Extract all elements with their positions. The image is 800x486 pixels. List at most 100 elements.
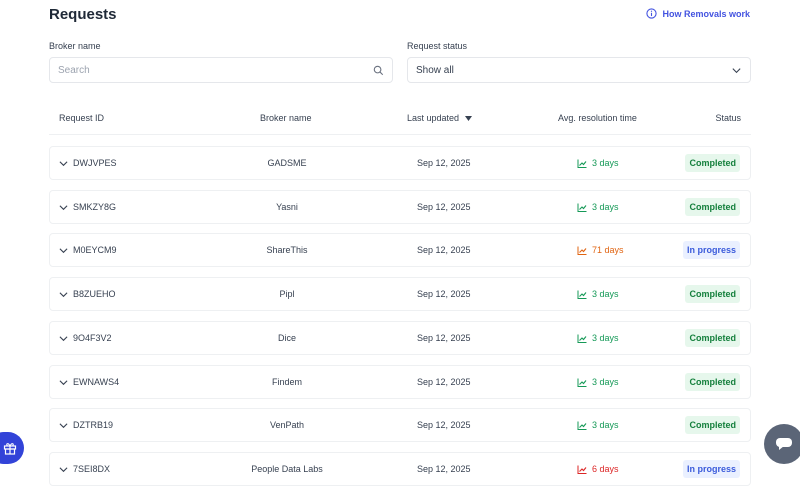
broker-name: Yasni (276, 202, 298, 212)
search-input[interactable]: Search (49, 57, 393, 83)
avg-resolution-cell: 3 days (577, 322, 619, 354)
request-id: 7SEI8DX (73, 464, 111, 474)
request-id: EWNAWS4 (73, 377, 120, 387)
table-row[interactable]: M0EYCM9 ShareThis Sep 12, 2025 71 days In pr… (49, 233, 751, 267)
chevron-down-icon[interactable] (59, 159, 68, 168)
header-avg-resolution: Avg. resolution time (558, 113, 637, 123)
trend-icon (577, 378, 587, 387)
avg-resolution-cell: 3 days (577, 278, 619, 310)
avg-resolution: 3 days (592, 420, 619, 430)
chevron-down-icon[interactable] (59, 290, 68, 299)
search-placeholder: Search (58, 64, 90, 76)
broker-name: VenPath (269, 420, 305, 430)
avg-resolution-cell: 3 days (577, 366, 619, 398)
trend-icon (577, 290, 587, 299)
request-id-cell: 9O4F3V2 (59, 322, 112, 354)
help-link-label: How Removals work (662, 8, 750, 19)
table-row[interactable]: DZTRB19 VenPath Sep 12, 2025 3 days Complete… (49, 408, 751, 442)
header-last-updated[interactable]: Last updated (407, 113, 473, 123)
status-badge: Completed (685, 373, 740, 391)
status-badge: Completed (685, 198, 740, 216)
page-title: Requests (49, 6, 117, 23)
chevron-down-icon[interactable] (59, 465, 68, 474)
last-updated: Sep 12, 2025 (417, 202, 471, 212)
avg-resolution-cell: 3 days (577, 191, 619, 223)
broker-name: Pipl (279, 289, 295, 299)
gift-icon (3, 443, 17, 455)
status-cell: Completed (685, 409, 740, 441)
request-id-cell: B8ZUEHO (59, 278, 116, 310)
broker-name: GADSME (267, 158, 307, 168)
avg-resolution-cell: 6 days (577, 453, 619, 485)
header-last-updated-label: Last updated (407, 113, 460, 123)
last-updated: Sep 12, 2025 (417, 464, 471, 474)
request-id-cell: M0EYCM9 (59, 234, 117, 266)
avg-resolution: 71 days (592, 245, 624, 255)
table-row[interactable]: DWJVPES GADSME Sep 12, 2025 3 days Completed (49, 146, 751, 180)
trend-icon (577, 159, 587, 168)
avg-resolution-cell: 3 days (577, 147, 619, 179)
avg-resolution-cell: 71 days (577, 234, 624, 266)
avg-resolution: 3 days (592, 202, 619, 212)
status-cell: Completed (685, 147, 740, 179)
avg-resolution: 3 days (592, 377, 619, 387)
broker-name-label: Broker name (49, 41, 101, 51)
request-id: SMKZY8G (73, 202, 117, 212)
status-badge: Completed (685, 329, 740, 347)
request-id-cell: 7SEI8DX (59, 453, 110, 485)
broker-name: ShareThis (266, 245, 308, 255)
search-icon (373, 65, 384, 75)
request-id: M0EYCM9 (73, 245, 117, 255)
chevron-down-icon[interactable] (59, 203, 68, 212)
status-badge: Completed (685, 154, 740, 172)
last-updated: Sep 12, 2025 (417, 158, 471, 168)
trend-icon (577, 465, 587, 474)
last-updated: Sep 12, 2025 (417, 333, 471, 343)
request-status-value: Show all (416, 64, 454, 76)
status-cell: Completed (685, 322, 740, 354)
chat-icon (776, 438, 792, 450)
request-id-cell: DZTRB19 (59, 409, 113, 441)
last-updated: Sep 12, 2025 (417, 289, 471, 299)
status-cell: In progress (682, 453, 740, 485)
status-cell: Completed (685, 191, 740, 223)
chevron-down-icon[interactable] (59, 378, 68, 387)
last-updated: Sep 12, 2025 (417, 377, 471, 387)
request-status-select[interactable]: Show all (407, 57, 751, 83)
last-updated: Sep 12, 2025 (417, 420, 471, 430)
table-row[interactable]: B8ZUEHO Pipl Sep 12, 2025 3 days Completed (49, 277, 751, 311)
chevron-down-icon[interactable] (59, 421, 68, 430)
table-row[interactable]: 9O4F3V2 Dice Sep 12, 2025 3 days Completed (49, 321, 751, 355)
table-header: Request ID Broker name Last updated Avg.… (49, 110, 751, 135)
request-id: DZTRB19 (73, 420, 114, 430)
request-id: B8ZUEHO (73, 289, 116, 299)
header-broker-name: Broker name (260, 113, 312, 123)
status-cell: Completed (685, 278, 740, 310)
how-removals-work-link[interactable]: How Removals work (646, 8, 750, 19)
request-id: 9O4F3V2 (73, 333, 112, 343)
status-cell: In progress (682, 234, 740, 266)
status-badge: Completed (685, 285, 740, 303)
table-row[interactable]: SMKZY8G Yasni Sep 12, 2025 3 days Completed (49, 190, 751, 224)
header-status: Status (715, 113, 741, 123)
request-id-cell: EWNAWS4 (59, 366, 119, 398)
broker-name: Findem (271, 377, 302, 387)
chat-button[interactable] (764, 424, 800, 464)
sort-desc-icon (465, 115, 473, 121)
broker-name: Dice (277, 333, 296, 343)
gift-button[interactable] (0, 432, 24, 464)
table-row[interactable]: 7SEI8DX People Data Labs Sep 12, 2025 6 day… (49, 452, 751, 486)
header-request-id: Request ID (59, 113, 105, 123)
avg-resolution: 3 days (592, 289, 619, 299)
trend-icon (577, 334, 587, 343)
request-status-label: Request status (407, 41, 468, 51)
status-badge: Completed (685, 416, 740, 434)
chevron-down-icon (732, 67, 741, 73)
table-row[interactable]: EWNAWS4 Findem Sep 12, 2025 3 days Completed (49, 365, 751, 399)
chevron-down-icon[interactable] (59, 334, 68, 343)
avg-resolution-cell: 3 days (577, 409, 619, 441)
status-badge: In progress (682, 241, 740, 259)
chevron-down-icon[interactable] (59, 246, 68, 255)
trend-icon (577, 203, 587, 212)
trend-icon (577, 246, 587, 255)
